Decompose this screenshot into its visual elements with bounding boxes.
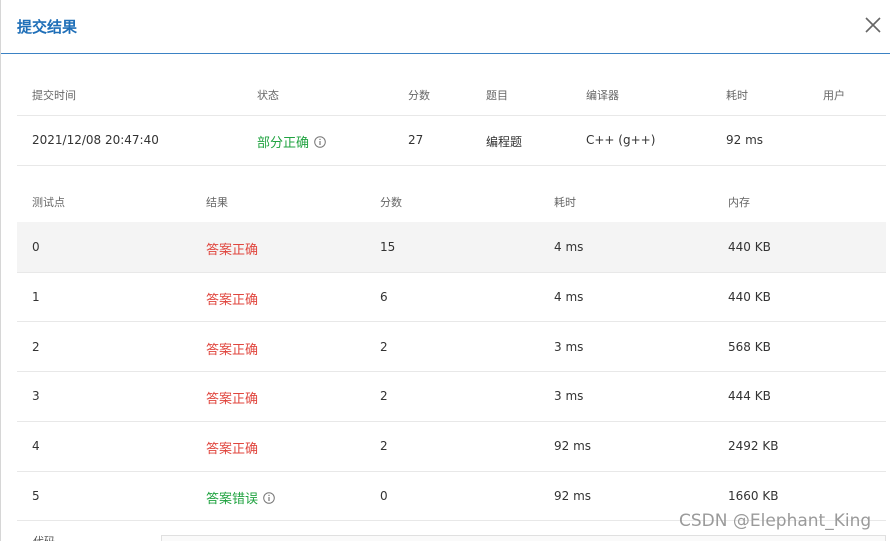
info-icon[interactable]	[263, 492, 275, 504]
header-compiler: 编译器	[586, 89, 619, 102]
header-problem: 题目	[486, 89, 508, 102]
watermark: CSDN @Elephant_King	[679, 511, 872, 531]
status-badge[interactable]: 部分正确	[257, 132, 326, 151]
compiler-name: C++ (g++)	[586, 133, 656, 147]
testcase-id: 4	[32, 439, 40, 453]
header-testcase-score: 分数	[380, 196, 402, 209]
testcase-result: 答案正确	[206, 243, 259, 258]
header-user: 用户	[823, 89, 845, 102]
testcase-id: 2	[32, 340, 40, 354]
testcase-memory: 1660 KB	[728, 489, 779, 503]
header-submit-time: 提交时间	[32, 89, 76, 102]
status-text: 部分正确	[257, 136, 310, 151]
testcase-result: 答案正确	[206, 343, 259, 358]
header-duration: 耗时	[726, 89, 748, 102]
testcase-result-badge[interactable]: 答案错误	[206, 488, 275, 507]
code-label: 代码	[33, 533, 55, 541]
testcase-score: 6	[380, 290, 388, 304]
dialog-title: 提交结果	[17, 18, 78, 36]
testcase-memory: 568 KB	[728, 340, 771, 354]
submission-duration: 92 ms	[726, 133, 764, 147]
testcase-duration: 4 ms	[554, 240, 584, 254]
header-testcase-duration: 耗时	[554, 196, 576, 209]
testcase-score: 2	[380, 439, 388, 453]
testcase-score: 0	[380, 489, 388, 503]
dialog-header: 提交结果	[1, 0, 890, 54]
divider	[17, 115, 886, 116]
testcase-memory: 440 KB	[728, 240, 771, 254]
testcase-id: 0	[32, 240, 40, 254]
testcase-duration: 3 ms	[554, 389, 584, 403]
header-result: 结果	[206, 196, 228, 209]
testcase-duration: 92 ms	[554, 439, 592, 453]
problem-link[interactable]: 编程题	[486, 133, 522, 150]
testcase-result: 答案正确	[206, 392, 259, 407]
divider	[17, 371, 886, 372]
testcase-score: 2	[380, 340, 388, 354]
testcase-memory: 444 KB	[728, 389, 771, 403]
testcase-result: 答案正确	[206, 293, 259, 308]
info-icon[interactable]	[314, 136, 326, 148]
testcase-duration: 3 ms	[554, 340, 584, 354]
testcase-id: 5	[32, 489, 40, 503]
divider	[17, 421, 886, 422]
header-testcase: 测试点	[32, 196, 65, 209]
testcase-duration: 4 ms	[554, 290, 584, 304]
testcase-score: 15	[380, 240, 396, 254]
testcase-duration: 92 ms	[554, 489, 592, 503]
divider	[17, 321, 886, 322]
submission-result-dialog: 提交结果 提交时间 状态 分数 题目 编译器 耗时 用户 2021/12/08 …	[0, 0, 890, 541]
testcase-score: 2	[380, 389, 388, 403]
header-score: 分数	[408, 89, 430, 102]
testcase-result: 答案正确	[206, 442, 259, 457]
testcase-id: 3	[32, 389, 40, 403]
testcase-result: 答案错误	[206, 492, 259, 507]
submission-score: 27	[408, 133, 424, 147]
close-icon[interactable]	[863, 15, 883, 35]
testcase-id: 1	[32, 290, 40, 304]
divider	[17, 272, 886, 273]
header-status: 状态	[257, 89, 279, 102]
testcase-memory: 440 KB	[728, 290, 771, 304]
divider	[17, 471, 886, 472]
testcase-memory: 2492 KB	[728, 439, 779, 453]
submit-time: 2021/12/08 20:47:40	[32, 133, 159, 147]
code-box[interactable]	[161, 535, 886, 541]
divider	[17, 165, 886, 166]
header-memory: 内存	[728, 196, 750, 209]
